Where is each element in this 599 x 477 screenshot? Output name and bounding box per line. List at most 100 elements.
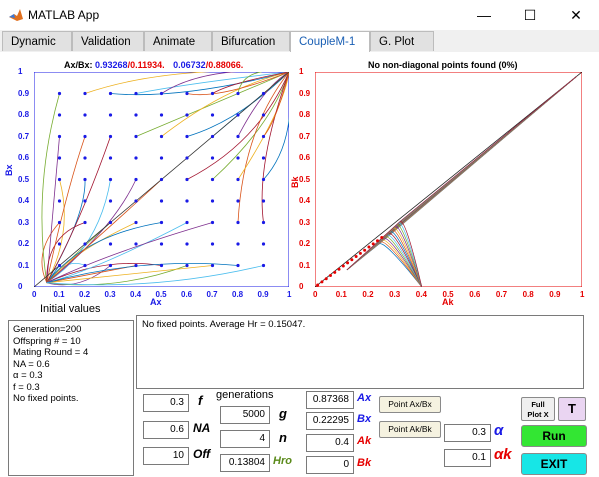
f-field[interactable]: 0.3 [143, 394, 189, 412]
ak-bk-point [333, 270, 337, 274]
initial-value-dot [83, 113, 87, 117]
run-button[interactable]: Run [521, 425, 587, 447]
initial-value-dot [83, 220, 87, 225]
initial-value-dot [83, 242, 87, 246]
bk-label: Bk [357, 457, 372, 469]
right-plot-y-tick-label: 0.4 [299, 196, 311, 205]
left-plot-axes[interactable] [34, 72, 289, 287]
initial-value-dot [261, 199, 266, 203]
initial-value-dot [83, 91, 87, 96]
minimize-button[interactable]: — [461, 0, 507, 30]
ak-bk-point [354, 255, 358, 259]
initial-value-dot [261, 113, 266, 117]
initial-value-dot [236, 220, 240, 225]
left-plot-y-tick-label: 0.5 [18, 174, 30, 184]
left-plot-x-tick-label: 0.3 [104, 290, 116, 299]
initial-value-dot [57, 242, 62, 246]
left-plot-x-tick-label: 0.7 [206, 290, 218, 299]
ak-bk-point [350, 258, 354, 262]
ax-field[interactable]: 0.87368 [306, 391, 354, 409]
initial-values-label: Initial values [40, 303, 101, 315]
ak-bk-point [320, 280, 324, 284]
initial-value-dot [261, 91, 266, 96]
ak-label: Ak [357, 435, 372, 447]
exit-button[interactable]: EXIT [521, 453, 587, 475]
initial-value-dot [236, 199, 240, 203]
left-plot-title: Ax/Bx: 0.93268/0.11934. 0.06732/0.88066. [64, 60, 243, 70]
right-plot-axes[interactable] [315, 72, 582, 287]
ak-bk-point [341, 264, 345, 268]
minimize-icon: — [477, 7, 491, 23]
t-button[interactable]: T [558, 397, 586, 421]
ak-field[interactable]: 0.4 [306, 434, 354, 452]
left-plot-y-tick-label: 1 [18, 67, 23, 76]
ak-bk-point [337, 267, 341, 271]
initial-value-dot [210, 113, 215, 117]
tab-validation[interactable]: Validation [72, 31, 144, 51]
initial-value-dot [185, 156, 189, 160]
ax-label: Ax [357, 392, 372, 404]
initial-value-dot [134, 242, 138, 246]
alpha-label: α [494, 422, 504, 439]
ak-bk-point [380, 236, 384, 240]
right-plot-y-tick-label: 0.9 [299, 88, 311, 98]
right-plot-x-tick-label: 0.6 [469, 290, 481, 299]
g-field[interactable]: 5000 [220, 406, 270, 424]
maximize-button[interactable]: ☐ [507, 0, 553, 30]
initial-value-dot [185, 91, 189, 96]
tab-dynamic[interactable]: Dynamic [2, 31, 72, 51]
initial-value-dot [261, 220, 266, 225]
off-field[interactable]: 10 [143, 447, 189, 465]
title-prefix: Ax/Bx: [64, 60, 93, 70]
bk-field[interactable]: 0 [306, 456, 354, 474]
initial-value-dot [83, 156, 87, 160]
initial-value-dot [108, 220, 113, 225]
hro-field[interactable]: 0.13804 [220, 454, 270, 472]
message-box[interactable]: No fixed points. Average Hr = 0.15047. [136, 315, 584, 389]
bx-field[interactable]: 0.22295 [306, 412, 354, 430]
f-label: f [198, 393, 203, 408]
info-line: No fixed points. [13, 393, 79, 404]
tab-bifurcation[interactable]: Bifurcation [212, 31, 290, 51]
initial-value-dot [236, 156, 240, 160]
alpha-field[interactable]: 0.3 [444, 424, 491, 442]
initial-value-dot [159, 156, 164, 160]
initial-value-dot [261, 242, 266, 246]
full-plot-x-button[interactable]: Full Plot X [521, 397, 555, 421]
generations-label: generations [216, 389, 274, 401]
info-line: Generation=200 [13, 324, 82, 335]
point-akbk-button[interactable]: Point Ak/Bk [379, 421, 441, 438]
initial-value-dot [108, 91, 113, 96]
na-field[interactable]: 0.6 [143, 421, 189, 439]
info-line: α = 0.3 [13, 370, 43, 381]
right-plot-y-tick-label: 0.6 [299, 153, 311, 162]
initial-value-dot [185, 220, 189, 225]
ak-bk-point [328, 274, 332, 278]
initial-value-dot [159, 134, 164, 139]
off-label: Off [193, 447, 211, 461]
initial-value-dot [185, 134, 189, 139]
tab-g-plot[interactable]: G. Plot [370, 31, 434, 51]
initial-value-dot [261, 134, 266, 139]
initial-value-dot [159, 199, 164, 203]
right-plot-y-tick-label: 0.5 [299, 174, 311, 184]
tab-couplem-1[interactable]: CoupleM-1 [290, 31, 370, 52]
point-axbx-button[interactable]: Point Ax/Bx [379, 396, 441, 413]
initial-value-dot [57, 263, 62, 268]
left-plot-ylabel: Bx [4, 164, 14, 176]
left-plot-y-tick-label: 0.1 [18, 260, 30, 270]
initial-value-dot [236, 263, 240, 268]
initial-value-dot [83, 177, 87, 182]
initial-value-dot [210, 220, 215, 225]
alphak-field[interactable]: 0.1 [444, 449, 491, 467]
right-plot-y-tick-label: 0.7 [299, 131, 311, 141]
ak-bk-point [363, 248, 367, 252]
tab-animate[interactable]: Animate [144, 31, 212, 51]
right-plot-x-tick-label: 0 [313, 290, 318, 299]
close-button[interactable]: ✕ [553, 0, 599, 30]
n-field[interactable]: 4 [220, 430, 270, 448]
left-plot-x-tick-label: 0.1 [53, 290, 65, 299]
initial-value-dot [57, 134, 62, 139]
left-plot-x-tick-label: 0 [32, 290, 37, 299]
left-plot-y-tick-label: 0.6 [18, 153, 30, 162]
